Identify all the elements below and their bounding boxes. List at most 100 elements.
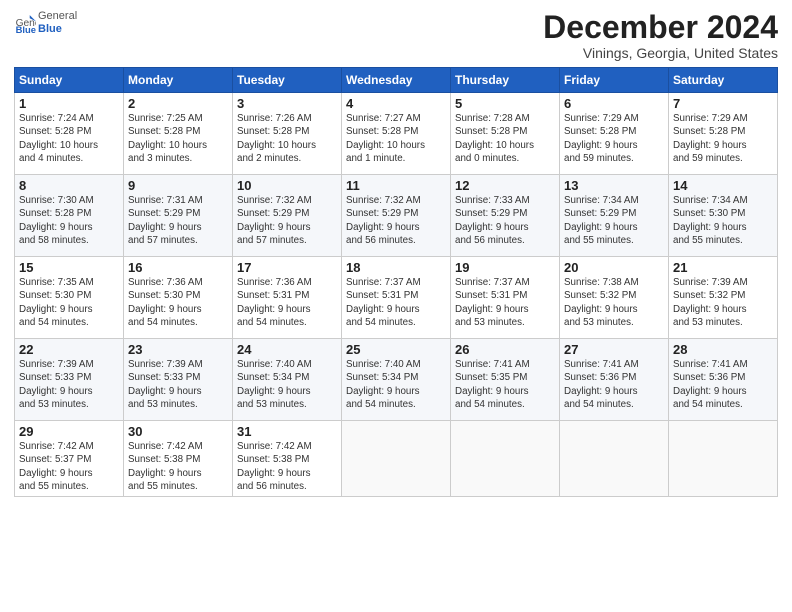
table-row: 2Sunrise: 7:25 AM Sunset: 5:28 PM Daylig… (124, 93, 233, 175)
col-header-sunday: Sunday (15, 68, 124, 93)
table-row: 23Sunrise: 7:39 AM Sunset: 5:33 PM Dayli… (124, 339, 233, 421)
day-info: Sunrise: 7:32 AM Sunset: 5:29 PM Dayligh… (346, 194, 446, 247)
table-row: 26Sunrise: 7:41 AM Sunset: 5:35 PM Dayli… (451, 339, 560, 421)
day-info: Sunrise: 7:33 AM Sunset: 5:29 PM Dayligh… (455, 194, 555, 247)
day-info: Sunrise: 7:36 AM Sunset: 5:30 PM Dayligh… (128, 276, 228, 329)
day-info: Sunrise: 7:41 AM Sunset: 5:36 PM Dayligh… (564, 358, 664, 411)
col-header-tuesday: Tuesday (233, 68, 342, 93)
table-row: 7Sunrise: 7:29 AM Sunset: 5:28 PM Daylig… (669, 93, 778, 175)
day-info: Sunrise: 7:37 AM Sunset: 5:31 PM Dayligh… (455, 276, 555, 329)
day-number: 7 (673, 96, 773, 111)
day-number: 25 (346, 342, 446, 357)
day-number: 1 (19, 96, 119, 111)
table-row: 17Sunrise: 7:36 AM Sunset: 5:31 PM Dayli… (233, 257, 342, 339)
day-number: 5 (455, 96, 555, 111)
title-block: December 2024 Vinings, Georgia, United S… (543, 10, 778, 61)
table-row: 11Sunrise: 7:32 AM Sunset: 5:29 PM Dayli… (342, 175, 451, 257)
day-info: Sunrise: 7:41 AM Sunset: 5:35 PM Dayligh… (455, 358, 555, 411)
day-info: Sunrise: 7:24 AM Sunset: 5:28 PM Dayligh… (19, 112, 119, 165)
day-number: 28 (673, 342, 773, 357)
logo-general: General (38, 10, 77, 23)
col-header-friday: Friday (560, 68, 669, 93)
day-info: Sunrise: 7:34 AM Sunset: 5:29 PM Dayligh… (564, 194, 664, 247)
day-number: 18 (346, 260, 446, 275)
col-header-wednesday: Wednesday (342, 68, 451, 93)
logo-blue: Blue (38, 23, 77, 36)
location-label: Vinings, Georgia, United States (543, 45, 778, 61)
table-row: 1Sunrise: 7:24 AM Sunset: 5:28 PM Daylig… (15, 93, 124, 175)
day-info: Sunrise: 7:28 AM Sunset: 5:28 PM Dayligh… (455, 112, 555, 165)
table-row (451, 421, 560, 497)
day-info: Sunrise: 7:27 AM Sunset: 5:28 PM Dayligh… (346, 112, 446, 165)
day-info: Sunrise: 7:42 AM Sunset: 5:38 PM Dayligh… (128, 440, 228, 493)
day-info: Sunrise: 7:39 AM Sunset: 5:33 PM Dayligh… (128, 358, 228, 411)
day-info: Sunrise: 7:36 AM Sunset: 5:31 PM Dayligh… (237, 276, 337, 329)
table-row: 6Sunrise: 7:29 AM Sunset: 5:28 PM Daylig… (560, 93, 669, 175)
day-info: Sunrise: 7:34 AM Sunset: 5:30 PM Dayligh… (673, 194, 773, 247)
table-row: 20Sunrise: 7:38 AM Sunset: 5:32 PM Dayli… (560, 257, 669, 339)
table-row (669, 421, 778, 497)
month-year-title: December 2024 (543, 10, 778, 45)
svg-text:Blue: Blue (16, 24, 36, 34)
table-row: 12Sunrise: 7:33 AM Sunset: 5:29 PM Dayli… (451, 175, 560, 257)
day-number: 30 (128, 424, 228, 439)
day-info: Sunrise: 7:29 AM Sunset: 5:28 PM Dayligh… (564, 112, 664, 165)
day-info: Sunrise: 7:29 AM Sunset: 5:28 PM Dayligh… (673, 112, 773, 165)
day-info: Sunrise: 7:38 AM Sunset: 5:32 PM Dayligh… (564, 276, 664, 329)
day-number: 16 (128, 260, 228, 275)
logo: General Blue General Blue (14, 10, 77, 36)
logo-text: General Blue (38, 10, 77, 36)
day-number: 23 (128, 342, 228, 357)
day-info: Sunrise: 7:25 AM Sunset: 5:28 PM Dayligh… (128, 112, 228, 165)
day-number: 22 (19, 342, 119, 357)
table-row (560, 421, 669, 497)
day-number: 17 (237, 260, 337, 275)
day-info: Sunrise: 7:40 AM Sunset: 5:34 PM Dayligh… (237, 358, 337, 411)
table-row: 8Sunrise: 7:30 AM Sunset: 5:28 PM Daylig… (15, 175, 124, 257)
table-row: 15Sunrise: 7:35 AM Sunset: 5:30 PM Dayli… (15, 257, 124, 339)
table-row: 14Sunrise: 7:34 AM Sunset: 5:30 PM Dayli… (669, 175, 778, 257)
col-header-monday: Monday (124, 68, 233, 93)
day-number: 6 (564, 96, 664, 111)
calendar-table: SundayMondayTuesdayWednesdayThursdayFrid… (14, 67, 778, 497)
table-row: 18Sunrise: 7:37 AM Sunset: 5:31 PM Dayli… (342, 257, 451, 339)
table-row: 27Sunrise: 7:41 AM Sunset: 5:36 PM Dayli… (560, 339, 669, 421)
table-row: 25Sunrise: 7:40 AM Sunset: 5:34 PM Dayli… (342, 339, 451, 421)
day-number: 12 (455, 178, 555, 193)
day-info: Sunrise: 7:31 AM Sunset: 5:29 PM Dayligh… (128, 194, 228, 247)
day-number: 27 (564, 342, 664, 357)
day-number: 3 (237, 96, 337, 111)
table-row: 28Sunrise: 7:41 AM Sunset: 5:36 PM Dayli… (669, 339, 778, 421)
col-header-thursday: Thursday (451, 68, 560, 93)
day-number: 8 (19, 178, 119, 193)
table-row: 24Sunrise: 7:40 AM Sunset: 5:34 PM Dayli… (233, 339, 342, 421)
table-row: 13Sunrise: 7:34 AM Sunset: 5:29 PM Dayli… (560, 175, 669, 257)
table-row: 22Sunrise: 7:39 AM Sunset: 5:33 PM Dayli… (15, 339, 124, 421)
day-number: 20 (564, 260, 664, 275)
table-row: 3Sunrise: 7:26 AM Sunset: 5:28 PM Daylig… (233, 93, 342, 175)
day-info: Sunrise: 7:30 AM Sunset: 5:28 PM Dayligh… (19, 194, 119, 247)
day-info: Sunrise: 7:32 AM Sunset: 5:29 PM Dayligh… (237, 194, 337, 247)
table-row: 9Sunrise: 7:31 AM Sunset: 5:29 PM Daylig… (124, 175, 233, 257)
day-info: Sunrise: 7:42 AM Sunset: 5:38 PM Dayligh… (237, 440, 337, 493)
table-row: 31Sunrise: 7:42 AM Sunset: 5:38 PM Dayli… (233, 421, 342, 497)
day-number: 9 (128, 178, 228, 193)
table-row: 21Sunrise: 7:39 AM Sunset: 5:32 PM Dayli… (669, 257, 778, 339)
day-number: 26 (455, 342, 555, 357)
day-number: 31 (237, 424, 337, 439)
day-number: 2 (128, 96, 228, 111)
logo-icon: General Blue (14, 12, 36, 34)
day-number: 19 (455, 260, 555, 275)
day-number: 21 (673, 260, 773, 275)
day-number: 10 (237, 178, 337, 193)
day-info: Sunrise: 7:40 AM Sunset: 5:34 PM Dayligh… (346, 358, 446, 411)
day-info: Sunrise: 7:39 AM Sunset: 5:32 PM Dayligh… (673, 276, 773, 329)
day-number: 13 (564, 178, 664, 193)
table-row: 19Sunrise: 7:37 AM Sunset: 5:31 PM Dayli… (451, 257, 560, 339)
table-row: 30Sunrise: 7:42 AM Sunset: 5:38 PM Dayli… (124, 421, 233, 497)
day-info: Sunrise: 7:37 AM Sunset: 5:31 PM Dayligh… (346, 276, 446, 329)
table-row: 10Sunrise: 7:32 AM Sunset: 5:29 PM Dayli… (233, 175, 342, 257)
table-row: 29Sunrise: 7:42 AM Sunset: 5:37 PM Dayli… (15, 421, 124, 497)
day-number: 29 (19, 424, 119, 439)
table-row: 5Sunrise: 7:28 AM Sunset: 5:28 PM Daylig… (451, 93, 560, 175)
